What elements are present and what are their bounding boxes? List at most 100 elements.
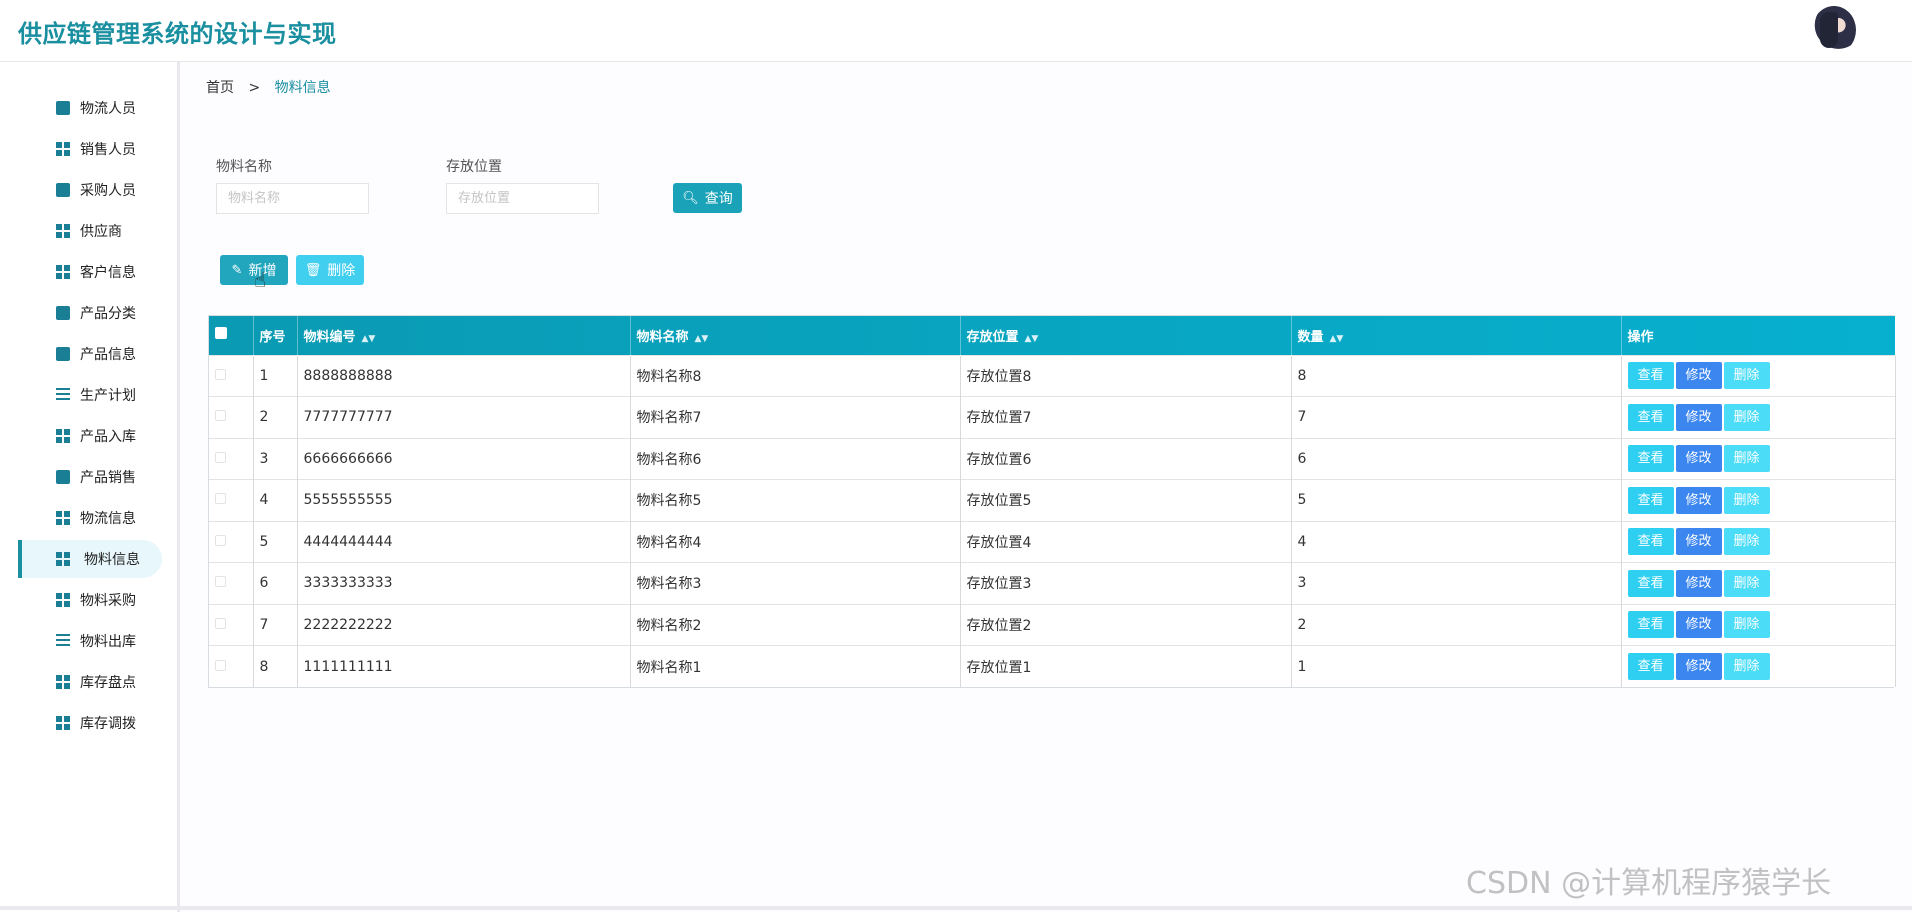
edit-button[interactable]: 修改 [1675, 611, 1722, 639]
row-checkbox[interactable] [215, 493, 226, 505]
cell-actions: 查看 修改 删除 [1621, 645, 1896, 687]
col-code[interactable]: 物料编号 ▲▼ [297, 316, 631, 355]
storage-location-label: 存放位置 [446, 159, 502, 175]
row-checkbox[interactable] [215, 576, 226, 588]
edit-button[interactable]: 修改 [1675, 445, 1722, 473]
cell-name: 物料名称6 [630, 438, 961, 480]
row-checkbox[interactable] [215, 451, 226, 463]
row-select-cell [209, 645, 254, 687]
delete-button[interactable]: 删除 [1723, 403, 1770, 431]
edit-button[interactable]: 修改 [1675, 362, 1722, 390]
watermark: CSDN @计算机程序猿学长 [1466, 866, 1832, 901]
edit-button[interactable]: 修改 [1675, 403, 1722, 431]
row-checkbox[interactable] [215, 368, 226, 380]
view-button[interactable]: 查看 [1627, 362, 1674, 390]
delete-button[interactable]: 删除 [1723, 445, 1770, 473]
view-button[interactable]: 查看 [1627, 611, 1674, 639]
sidebar-item[interactable]: 物流信息 [18, 499, 162, 537]
cell-actions: 查看 修改 删除 [1621, 521, 1896, 563]
sidebar-item[interactable]: 库存调拨 [18, 704, 162, 742]
query-button[interactable]: 🔍︎ 查询 [673, 183, 742, 213]
cell-location: 存放位置2 [960, 604, 1292, 646]
sort-icon[interactable]: ▲▼ [1025, 334, 1039, 344]
cell-actions: 查看 修改 删除 [1621, 479, 1896, 521]
sidebar-item-label: 客户信息 [80, 265, 136, 281]
sidebar-item[interactable]: 供应商 [18, 212, 162, 250]
app-header: 供应链管理系统的设计与实现 [0, 0, 1912, 62]
sidebar-item[interactable]: 产品分类 [18, 294, 162, 332]
view-button[interactable]: 查看 [1627, 403, 1674, 431]
view-button[interactable]: 查看 [1627, 528, 1674, 556]
cell-code: 6666666666 [297, 438, 631, 480]
cell-index: 7 [253, 604, 298, 646]
row-checkbox[interactable] [215, 659, 226, 671]
user-avatar[interactable] [1812, 6, 1856, 54]
cell-quantity: 2 [1291, 604, 1622, 646]
sidebar-item[interactable]: 产品入库 [18, 417, 162, 455]
view-button[interactable]: 查看 [1627, 653, 1674, 680]
edit-button[interactable]: 修改 [1675, 528, 1722, 556]
cell-location: 存放位置4 [960, 521, 1292, 563]
breadcrumb-home[interactable]: 首页 [206, 80, 234, 96]
sidebar-item-label: 物料信息 [84, 552, 140, 568]
col-name[interactable]: 物料名称 ▲▼ [630, 316, 961, 355]
sidebar-item[interactable]: 销售人员 [18, 130, 162, 168]
sidebar-item[interactable]: 物流人员 [18, 89, 162, 127]
cell-location: 存放位置1 [960, 645, 1292, 687]
sidebar-item[interactable]: 物料采购 [18, 581, 162, 619]
select-all-checkbox[interactable] [215, 327, 227, 340]
sidebar-item-label: 产品信息 [80, 347, 136, 363]
col-location[interactable]: 存放位置 ▲▼ [960, 316, 1292, 355]
delete-button[interactable]: 删除 [1723, 653, 1770, 680]
row-select-cell [209, 521, 254, 563]
table-row: 3 6666666666 物料名称6 存放位置6 6 查看 修改 删除 [209, 438, 1896, 480]
view-button[interactable]: 查看 [1627, 445, 1674, 473]
batch-delete-button[interactable]: 🗑︎ 删除 [296, 255, 364, 285]
sidebar-item[interactable]: 库存盘点 [18, 663, 162, 701]
sidebar-item[interactable]: 物料出库 [18, 622, 162, 660]
row-select-cell [209, 604, 254, 646]
sort-icon[interactable]: ▲▼ [695, 334, 709, 344]
edit-button[interactable]: 修改 [1675, 486, 1722, 514]
pencil-icon: ✎ [231, 262, 243, 278]
view-button[interactable]: 查看 [1627, 486, 1674, 514]
cell-quantity: 6 [1291, 438, 1622, 480]
sidebar-item[interactable]: 采购人员 [18, 171, 162, 209]
cell-location: 存放位置5 [960, 479, 1292, 521]
sidebar-item[interactable]: 生产计划 [18, 376, 162, 414]
delete-button[interactable]: 删除 [1723, 611, 1770, 639]
view-button[interactable]: 查看 [1627, 569, 1674, 597]
row-select-cell [209, 396, 254, 438]
sidebar-item[interactable]: 客户信息 [18, 253, 162, 291]
sort-icon[interactable]: ▲▼ [1330, 334, 1344, 344]
sidebar-item[interactable]: 产品信息 [18, 335, 162, 373]
breadcrumb-current: 物料信息 [274, 80, 331, 96]
delete-button[interactable]: 删除 [1723, 362, 1770, 390]
sort-icon[interactable]: ▲▼ [362, 334, 376, 344]
row-select-cell [209, 562, 254, 604]
sidebar-item-label: 销售人员 [80, 142, 136, 158]
delete-button[interactable]: 删除 [1723, 528, 1770, 556]
row-checkbox[interactable] [215, 410, 226, 422]
col-quantity[interactable]: 数量 ▲▼ [1291, 316, 1622, 355]
sidebar-item[interactable]: 物料信息 [18, 540, 162, 578]
briefcase-icon [56, 183, 70, 197]
batch-delete-button-label: 删除 [327, 263, 356, 279]
grid-icon [56, 265, 70, 279]
cell-name: 物料名称2 [630, 604, 961, 646]
material-name-input[interactable] [216, 183, 369, 214]
cell-location: 存放位置7 [960, 396, 1292, 438]
edit-button[interactable]: 修改 [1675, 653, 1722, 680]
cell-quantity: 7 [1291, 396, 1622, 438]
delete-button[interactable]: 删除 [1723, 569, 1770, 597]
row-checkbox[interactable] [215, 617, 226, 629]
grid-icon [56, 142, 70, 156]
row-checkbox[interactable] [215, 534, 226, 546]
edit-button[interactable]: 修改 [1675, 569, 1722, 597]
sidebar-item[interactable]: 产品销售 [18, 458, 162, 496]
cell-actions: 查看 修改 删除 [1621, 396, 1896, 438]
table-row: 4 5555555555 物料名称5 存放位置5 5 查看 修改 删除 [209, 479, 1896, 521]
sidebar-item-label: 供应商 [80, 224, 122, 240]
storage-location-input[interactable] [446, 183, 599, 214]
delete-button[interactable]: 删除 [1723, 486, 1770, 514]
